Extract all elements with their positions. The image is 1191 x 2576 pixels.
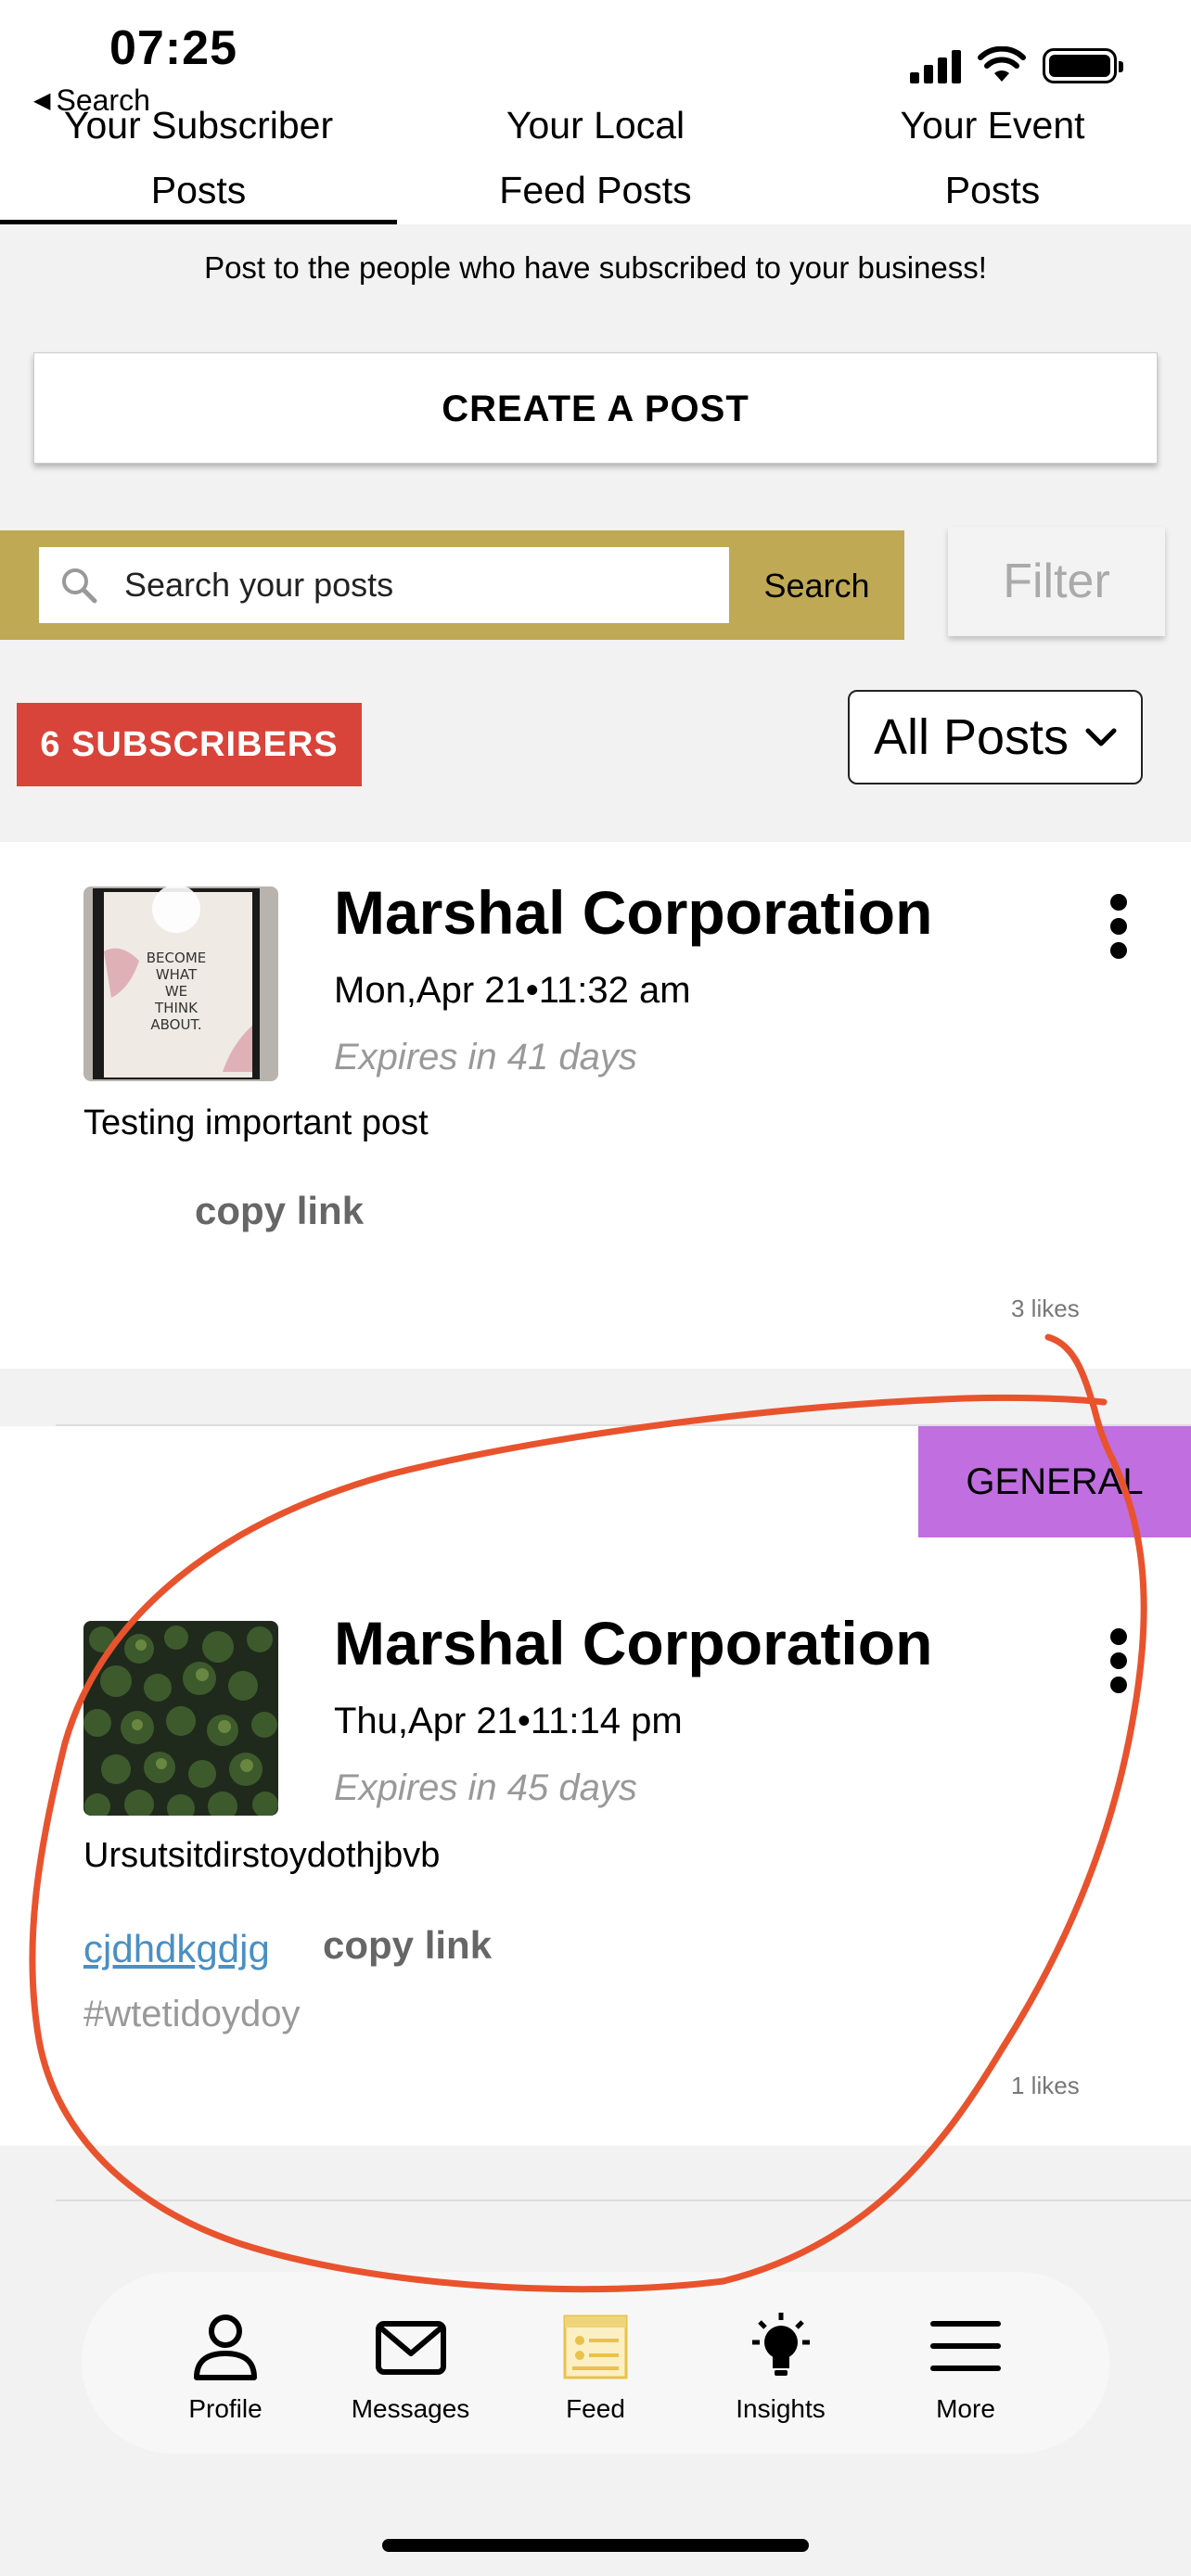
home-indicator [382, 2539, 809, 2552]
tabbar-item-more[interactable]: More [896, 2272, 1035, 2454]
back-to-search-link[interactable]: ◀ Search [33, 83, 150, 118]
cellular-signal-icon [910, 48, 961, 83]
tab-label-line2: Posts [944, 169, 1041, 211]
svg-text:WHAT: WHAT [156, 966, 198, 983]
forest-image-icon [83, 1621, 278, 1816]
post-body-text: Testing important post [83, 1103, 429, 1142]
create-post-button[interactable]: CREATE A POST [33, 352, 1158, 464]
poster-image-icon: BECOME WHAT WE THINK ABOUT. [83, 886, 278, 1081]
status-time: 07:25 [109, 21, 237, 75]
post-options-icon[interactable] [1100, 1628, 1137, 1693]
tab-label-line1: Your Local [506, 104, 685, 147]
tab-event-posts[interactable]: Your Event Posts [794, 93, 1191, 224]
menu-icon [930, 2321, 1001, 2371]
tabbar-item-messages[interactable]: Messages [341, 2272, 480, 2454]
search-input[interactable] [124, 547, 718, 623]
post-likes[interactable]: 1 likes [1011, 2072, 1080, 2100]
tabbar-label: More [936, 2394, 995, 2423]
svg-text:BECOME: BECOME [147, 950, 206, 966]
copy-link-button[interactable]: copy link [195, 1189, 364, 1233]
post-date: Mon,Apr 21•11:32 am [334, 970, 691, 1011]
post-type-tabs: Your Subscriber Posts Your Local Feed Po… [0, 93, 1191, 224]
posts-filter-value: All Posts [873, 709, 1069, 765]
subscribers-badge[interactable]: 6 SUBSCRIBERS [17, 703, 362, 786]
svg-text:THINK: THINK [154, 1000, 198, 1016]
person-icon [194, 2315, 257, 2380]
chevron-down-icon [1085, 728, 1117, 746]
feed-icon [563, 2315, 628, 2379]
svg-text:WE: WE [165, 983, 187, 1000]
bottom-tab-bar: Profile Messages Feed Insights More [82, 2272, 1109, 2454]
tab-local-feed-posts[interactable]: Your Local Feed Posts [397, 93, 794, 224]
back-label: Search [56, 83, 150, 117]
battery-icon [1043, 48, 1123, 83]
tabbar-item-insights[interactable]: Insights [711, 2272, 851, 2454]
post-body-text: Ursutsitdirstoydothjbvb [83, 1836, 441, 1875]
wifi-icon [978, 46, 1026, 82]
tabbar-label: Profile [188, 2394, 263, 2423]
post-card: BECOME WHAT WE THINK ABOUT. Marshal Corp… [0, 842, 1191, 1369]
post-expiry: Expires in 45 days [334, 1767, 637, 1808]
post-company-name: Marshal Corporation [334, 1609, 933, 1677]
post-external-link[interactable]: cjdhdkgdjg [83, 1927, 270, 1971]
post-likes[interactable]: 3 likes [1011, 1294, 1080, 1323]
filter-button[interactable]: Filter [948, 527, 1165, 636]
tab-label-line2: Feed Posts [499, 169, 692, 211]
post-options-icon[interactable] [1100, 894, 1137, 959]
tabbar-label: Insights [736, 2394, 826, 2423]
search-bar: Search [0, 530, 904, 640]
tabbar-label: Messages [351, 2394, 470, 2423]
tabbar-label: Feed [566, 2394, 625, 2423]
intro-text: Post to the people who have subscribed t… [204, 250, 987, 285]
status-icons [910, 46, 1123, 83]
divider [56, 2200, 1191, 2201]
copy-link-button[interactable]: copy link [323, 1923, 492, 1968]
status-bar: 07:25 [0, 0, 1191, 93]
category-badge: GENERAL [918, 1426, 1191, 1537]
post-expiry: Expires in 41 days [334, 1037, 637, 1078]
search-input-container [39, 547, 729, 623]
tabbar-item-profile[interactable]: Profile [156, 2272, 295, 2454]
posts-filter-select[interactable]: All Posts [848, 690, 1143, 784]
post-thumbnail[interactable]: BECOME WHAT WE THINK ABOUT. [83, 886, 278, 1081]
envelope-icon [375, 2321, 446, 2375]
lightbulb-icon [751, 2313, 810, 2376]
tab-label-line1: Your Event [900, 104, 1085, 147]
tab-label-line2: Posts [150, 169, 247, 211]
post-thumbnail[interactable] [83, 1621, 278, 1816]
svg-text:ABOUT.: ABOUT. [150, 1016, 201, 1033]
search-icon [62, 568, 97, 604]
post-company-name: Marshal Corporation [334, 878, 933, 947]
back-triangle-icon: ◀ [33, 88, 51, 113]
tabbar-item-feed[interactable]: Feed [526, 2272, 665, 2454]
search-button[interactable]: Search [729, 547, 904, 623]
post-hashtag[interactable]: #wtetidoydoy [83, 1994, 300, 2035]
post-date: Thu,Apr 21•11:14 pm [334, 1701, 683, 1741]
